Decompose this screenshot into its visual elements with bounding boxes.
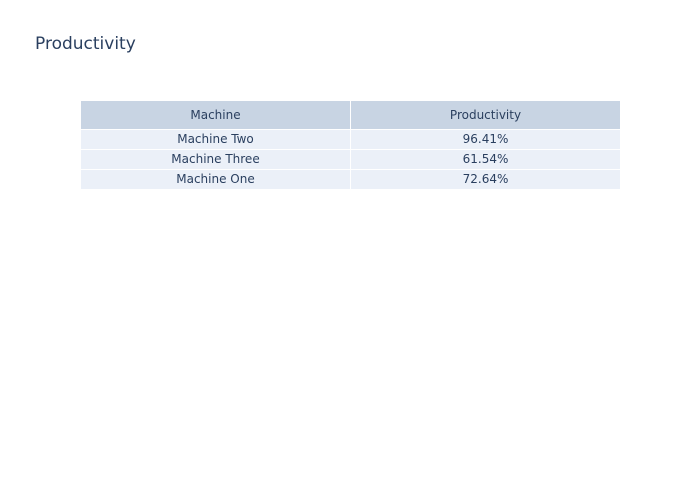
header-row: Machine Productivity	[80, 100, 621, 130]
column-header-productivity: Productivity	[350, 100, 621, 130]
table-cell-machine: Machine One	[80, 169, 351, 190]
column-header-machine: Machine	[80, 100, 351, 130]
chart-title: Productivity	[35, 34, 136, 54]
table-cell-machine: Machine Two	[80, 129, 351, 150]
data-table-container: Machine Productivity Machine Two 96.41% …	[80, 100, 621, 190]
table-header: Machine Productivity	[80, 100, 621, 130]
table-row: Machine One 72.64%	[80, 169, 621, 190]
table-cell-productivity: 96.41%	[350, 129, 621, 150]
table-cell-productivity: 72.64%	[350, 169, 621, 190]
table-cell-machine: Machine Three	[80, 149, 351, 170]
table-row: Machine Three 61.54%	[80, 149, 621, 170]
table-row: Machine Two 96.41%	[80, 129, 621, 150]
table-body: Machine Two 96.41% Machine Three 61.54% …	[80, 129, 621, 190]
data-table: Machine Productivity Machine Two 96.41% …	[80, 100, 621, 190]
table-cell-productivity: 61.54%	[350, 149, 621, 170]
